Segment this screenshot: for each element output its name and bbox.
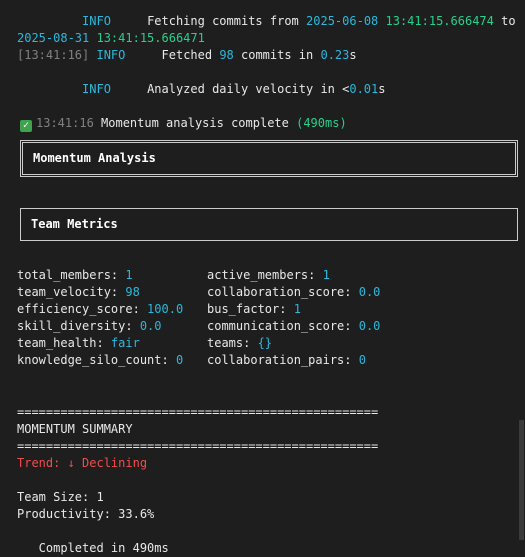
log-level: INFO xyxy=(96,48,126,62)
log-level: INFO xyxy=(82,14,111,28)
duration-unit: s xyxy=(378,82,386,96)
metric-collaboration-pairs: collaboration_pairs: 0 xyxy=(207,352,366,369)
metric-key: active_members: xyxy=(207,268,323,282)
metric-total-members: total_members: 1 xyxy=(17,267,133,284)
log-line-velocity: INFO Analyzed daily velocity in <0.01s xyxy=(17,81,386,98)
log-from-time: 13:41:15.666474 xyxy=(385,14,494,28)
metric-team-velocity: team_velocity: 98 xyxy=(17,284,140,301)
panel-title: Momentum Analysis xyxy=(33,151,156,165)
log-level: INFO xyxy=(82,82,111,96)
log-message: Analyzed daily velocity in < xyxy=(147,82,350,96)
metric-value: 1 xyxy=(125,268,133,282)
metric-key: team_velocity: xyxy=(17,285,126,299)
metric-value: 0.0 xyxy=(358,319,381,333)
log-to-date: 2025-08-31 xyxy=(17,31,90,45)
productivity: Productivity: 33.6% xyxy=(17,507,155,521)
log-line-fetching: INFO Fetching commits from 2025-06-08 13… xyxy=(17,13,516,30)
metric-value: 98 xyxy=(125,285,140,299)
check-icon: ✓ xyxy=(20,120,32,132)
metric-value: 0.0 xyxy=(139,319,162,333)
metric-knowledge-silo-count: knowledge_silo_count: 0 xyxy=(17,352,183,369)
duration-unit: s xyxy=(349,48,357,62)
metric-key: collaboration_score: xyxy=(207,285,359,299)
metric-team-health: team_health: fair xyxy=(17,335,140,352)
momentum-analysis-panel: Momentum Analysis xyxy=(20,140,518,177)
metric-value: 100.0 xyxy=(147,302,184,316)
metric-value: 1 xyxy=(322,268,330,282)
metric-key: total_members: xyxy=(17,268,126,282)
terminal-output: INFO Fetching commits from 2025-06-08 13… xyxy=(0,0,518,557)
metric-communication-score: communication_score: 0.0 xyxy=(207,318,380,335)
metric-value: {} xyxy=(257,336,273,350)
summary-rule-bottom: ========================================… xyxy=(17,439,379,453)
panel-title: Team Metrics xyxy=(31,217,118,231)
trend-status: Trend: ↓ Declining xyxy=(17,456,148,470)
metric-bus-factor: bus_factor: 1 xyxy=(207,301,301,318)
log-message: Fetching commits from xyxy=(147,14,307,28)
metric-teams: teams: {} xyxy=(207,335,272,352)
metric-key: efficiency_score: xyxy=(17,302,148,316)
scrollbar[interactable] xyxy=(518,0,525,557)
log-to-word: to xyxy=(493,14,516,28)
metric-value: 0 xyxy=(175,353,184,367)
log-from-date: 2025-06-08 xyxy=(306,14,379,28)
summary-rule-top: ========================================… xyxy=(17,405,379,419)
completed-status: Completed in 490ms xyxy=(17,541,169,555)
metric-active-members: active_members: 1 xyxy=(207,267,330,284)
log-timestamp: [13:41:16] xyxy=(17,48,90,62)
commit-count: 98 xyxy=(219,48,234,62)
metric-key: teams: xyxy=(207,336,258,350)
log-line-complete: ✓ 13:41:16 Momentum analysis complete (49… xyxy=(20,115,347,132)
metric-value: 1 xyxy=(293,302,301,316)
metric-key: team_health: xyxy=(17,336,111,350)
metric-value: 0 xyxy=(358,353,366,367)
scrollbar-thumb[interactable] xyxy=(519,420,524,540)
log-to-time: 13:41:15.666471 xyxy=(96,31,205,45)
metric-skill-diversity: skill_diversity: 0.0 xyxy=(17,318,162,335)
log-timestamp: 13:41:16 xyxy=(36,116,94,130)
log-line-to-date: 2025-08-31 13:41:15.666471 xyxy=(17,30,205,47)
metric-collaboration-score: collaboration_score: 0.0 xyxy=(207,284,380,301)
metric-key: knowledge_silo_count: xyxy=(17,353,176,367)
metric-key: collaboration_pairs: xyxy=(207,353,359,367)
metric-value: 0.0 xyxy=(358,285,381,299)
team-metrics-panel: Team Metrics xyxy=(20,208,518,241)
metric-efficiency-score: efficiency_score: 100.0 xyxy=(17,301,183,318)
metric-key: bus_factor: xyxy=(207,302,294,316)
team-size: Team Size: 1 xyxy=(17,490,104,504)
summary-title: MOMENTUM SUMMARY xyxy=(17,422,133,436)
log-line-fetched: [13:41:16] INFO Fetched 98 commits in 0.… xyxy=(17,47,357,64)
log-message-part: commits in xyxy=(233,48,321,62)
metric-key: communication_score: xyxy=(207,319,359,333)
velocity-duration: 0.01 xyxy=(349,82,379,96)
fetch-duration: 0.23 xyxy=(320,48,350,62)
analysis-duration: (490ms) xyxy=(296,116,347,130)
log-message: Momentum analysis complete xyxy=(93,116,297,130)
metric-key: skill_diversity: xyxy=(17,319,140,333)
metric-value: fair xyxy=(110,336,140,350)
log-message: Fetched xyxy=(161,48,220,62)
